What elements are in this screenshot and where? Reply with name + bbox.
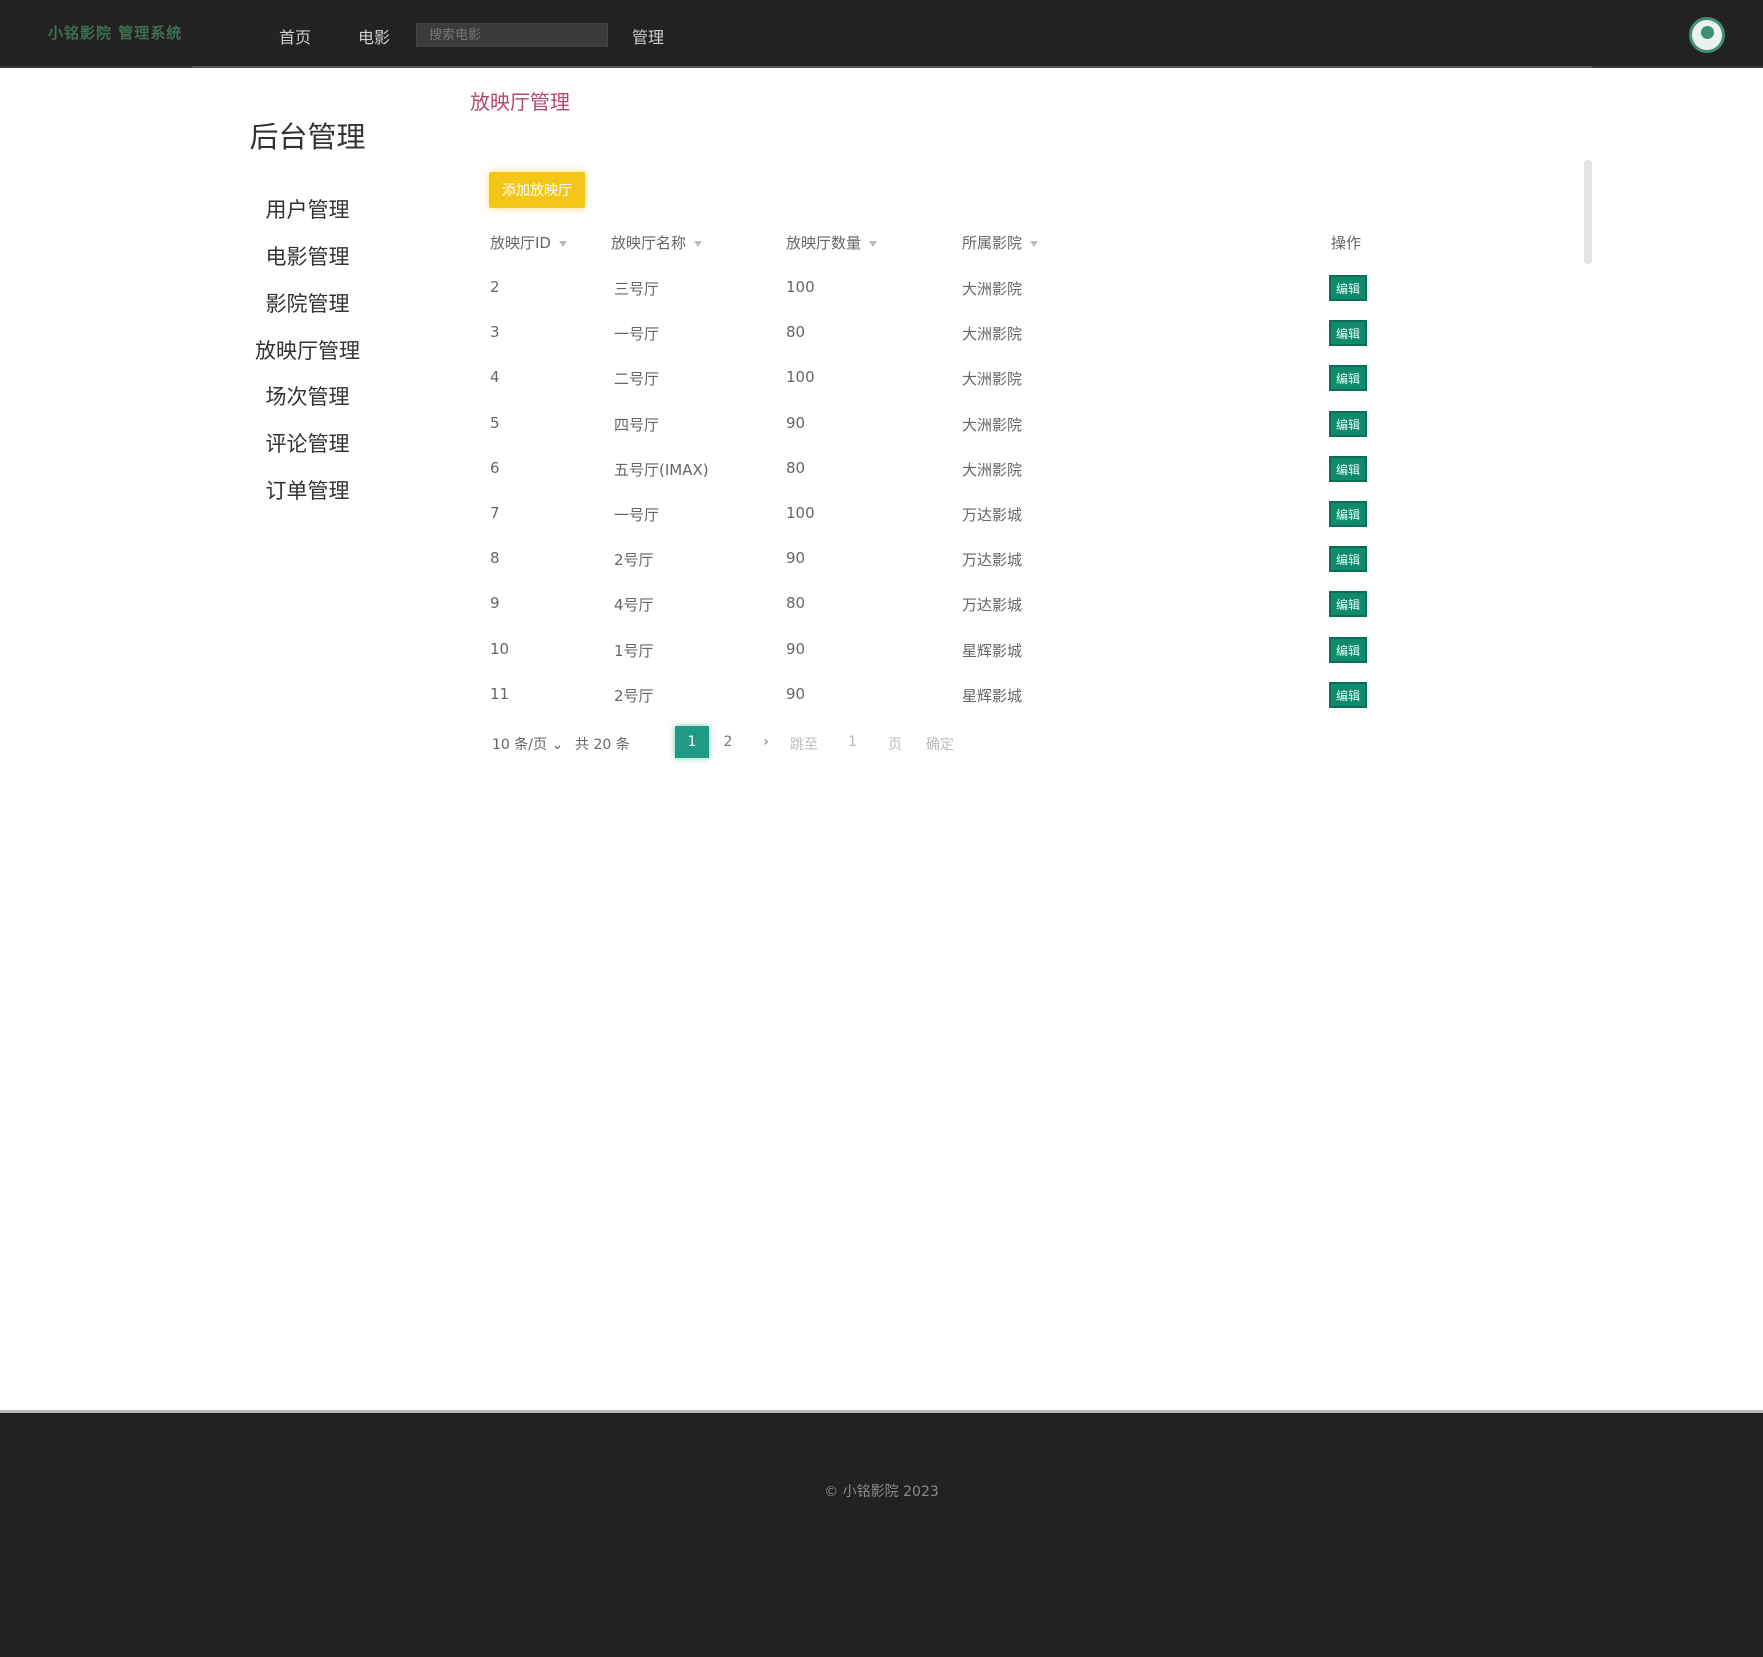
- cell-id: 9: [490, 594, 500, 612]
- column-header-label: 所属影院: [962, 234, 1023, 252]
- edit-button[interactable]: 编辑: [1329, 365, 1367, 391]
- next-page-icon[interactable]: ›: [754, 726, 778, 758]
- edit-button[interactable]: 编辑: [1329, 591, 1367, 617]
- edit-button[interactable]: 编辑: [1329, 637, 1367, 663]
- add-hall-button[interactable]: 添加放映厅: [489, 172, 585, 208]
- cell-cinema: 大洲影院: [962, 370, 1023, 388]
- column-header-label: 放映厅名称: [611, 234, 687, 252]
- cell-name: 二号厅: [614, 370, 660, 388]
- cell-name: 1号厅: [614, 642, 654, 660]
- page-button-2[interactable]: 2: [716, 726, 740, 758]
- cell-capacity: 100: [786, 368, 815, 386]
- column-header-capacity[interactable]: 放映厅数量: [786, 232, 878, 253]
- edit-button[interactable]: 编辑: [1329, 682, 1367, 708]
- sort-icon[interactable]: [694, 240, 703, 247]
- sidebar-item-users[interactable]: 用户管理: [235, 194, 380, 224]
- cell-id: 10: [490, 640, 510, 658]
- sidebar-item-orders[interactable]: 订单管理: [235, 475, 380, 505]
- edit-button[interactable]: 编辑: [1329, 275, 1367, 301]
- page-title: 放映厅管理: [470, 90, 570, 114]
- cell-id: 8: [490, 549, 500, 567]
- edit-button[interactable]: 编辑: [1329, 546, 1367, 572]
- page-button-1[interactable]: 1: [675, 726, 709, 758]
- edit-button[interactable]: 编辑: [1329, 320, 1367, 346]
- sidebar-item-sessions[interactable]: 场次管理: [235, 381, 380, 411]
- sidebar-item-halls[interactable]: 放映厅管理: [235, 335, 380, 365]
- cell-capacity: 80: [786, 594, 806, 612]
- goto-input[interactable]: 1: [848, 734, 857, 750]
- goto-label: 跳至: [790, 737, 818, 753]
- footer: © 小铭影院 2023: [0, 1410, 1763, 1657]
- cell-name: 一号厅: [614, 506, 660, 524]
- total-count: 共 20 条: [575, 737, 630, 753]
- cell-name: 一号厅: [614, 325, 660, 343]
- edit-button[interactable]: 编辑: [1329, 501, 1367, 527]
- goto-confirm-button[interactable]: 确定: [926, 734, 954, 754]
- cell-id: 11: [490, 685, 510, 703]
- cell-cinema: 星辉影城: [962, 687, 1023, 705]
- column-header-label: 操作: [1331, 234, 1362, 252]
- cell-id: 3: [490, 323, 500, 341]
- cell-name: 2号厅: [614, 551, 654, 569]
- search-input[interactable]: [416, 23, 608, 47]
- cell-cinema: 万达影城: [962, 596, 1023, 614]
- chevron-down-icon: ⌄: [551, 737, 564, 753]
- column-header-label: 放映厅数量: [786, 234, 862, 252]
- cell-cinema: 大洲影院: [962, 280, 1023, 298]
- page-unit-label: 页: [888, 737, 902, 753]
- site-logo[interactable]: 小铭影院 管理系统: [48, 22, 184, 42]
- cell-capacity: 100: [786, 278, 815, 296]
- column-header-actions: 操作: [1331, 232, 1361, 253]
- cell-id: 2: [490, 278, 500, 296]
- cell-name: 4号厅: [614, 596, 654, 614]
- sort-icon[interactable]: [558, 240, 567, 247]
- cell-cinema: 大洲影院: [962, 461, 1023, 479]
- column-header-cinema[interactable]: 所属影院: [962, 232, 1039, 253]
- column-header-id[interactable]: 放映厅ID: [490, 232, 567, 253]
- column-header-name[interactable]: 放映厅名称: [611, 232, 703, 253]
- cell-capacity: 90: [786, 640, 806, 658]
- cell-name: 五号厅(IMAX): [614, 461, 709, 479]
- column-header-label: 放映厅ID: [490, 234, 551, 252]
- cell-capacity: 80: [786, 459, 806, 477]
- cell-id: 6: [490, 459, 500, 477]
- sort-icon[interactable]: [1030, 240, 1039, 247]
- top-navbar: 小铭影院 管理系统 首页 电影 管理: [0, 0, 1763, 68]
- cell-capacity: 80: [786, 323, 806, 341]
- sidebar-item-comments[interactable]: 评论管理: [235, 428, 380, 458]
- cell-cinema: 万达影城: [962, 506, 1023, 524]
- footer-copyright: © 小铭影院 2023: [824, 1484, 939, 1500]
- user-avatar[interactable]: [1689, 17, 1725, 53]
- cell-cinema: 星辉影城: [962, 642, 1023, 660]
- nav-link-home[interactable]: 首页: [279, 24, 311, 48]
- edit-button[interactable]: 编辑: [1329, 411, 1367, 437]
- cell-capacity: 100: [786, 504, 815, 522]
- cell-capacity: 90: [786, 549, 806, 567]
- sidebar-item-movies[interactable]: 电影管理: [235, 241, 380, 271]
- cell-id: 4: [490, 368, 500, 386]
- cell-id: 7: [490, 504, 500, 522]
- cell-capacity: 90: [786, 685, 806, 703]
- edit-button[interactable]: 编辑: [1329, 456, 1367, 482]
- nav-link-movies[interactable]: 电影: [358, 24, 390, 48]
- cell-id: 5: [490, 414, 500, 432]
- sort-icon[interactable]: [869, 240, 878, 247]
- sidebar-title: 后台管理: [249, 120, 366, 154]
- nav-link-admin[interactable]: 管理: [632, 24, 664, 48]
- cell-cinema: 万达影城: [962, 551, 1023, 569]
- cell-cinema: 大洲影院: [962, 416, 1023, 434]
- sidebar-item-cinemas[interactable]: 影院管理: [235, 288, 380, 318]
- cell-name: 三号厅: [614, 280, 660, 298]
- cell-name: 四号厅: [614, 416, 660, 434]
- cell-cinema: 大洲影院: [962, 325, 1023, 343]
- page-size-label: 10 条/页: [492, 737, 547, 753]
- cell-name: 2号厅: [614, 687, 654, 705]
- cell-capacity: 90: [786, 414, 806, 432]
- scrollbar[interactable]: [1584, 160, 1592, 264]
- nav-divider: [192, 66, 1592, 68]
- page-size-select[interactable]: 10 条/页 ⌄: [492, 734, 563, 754]
